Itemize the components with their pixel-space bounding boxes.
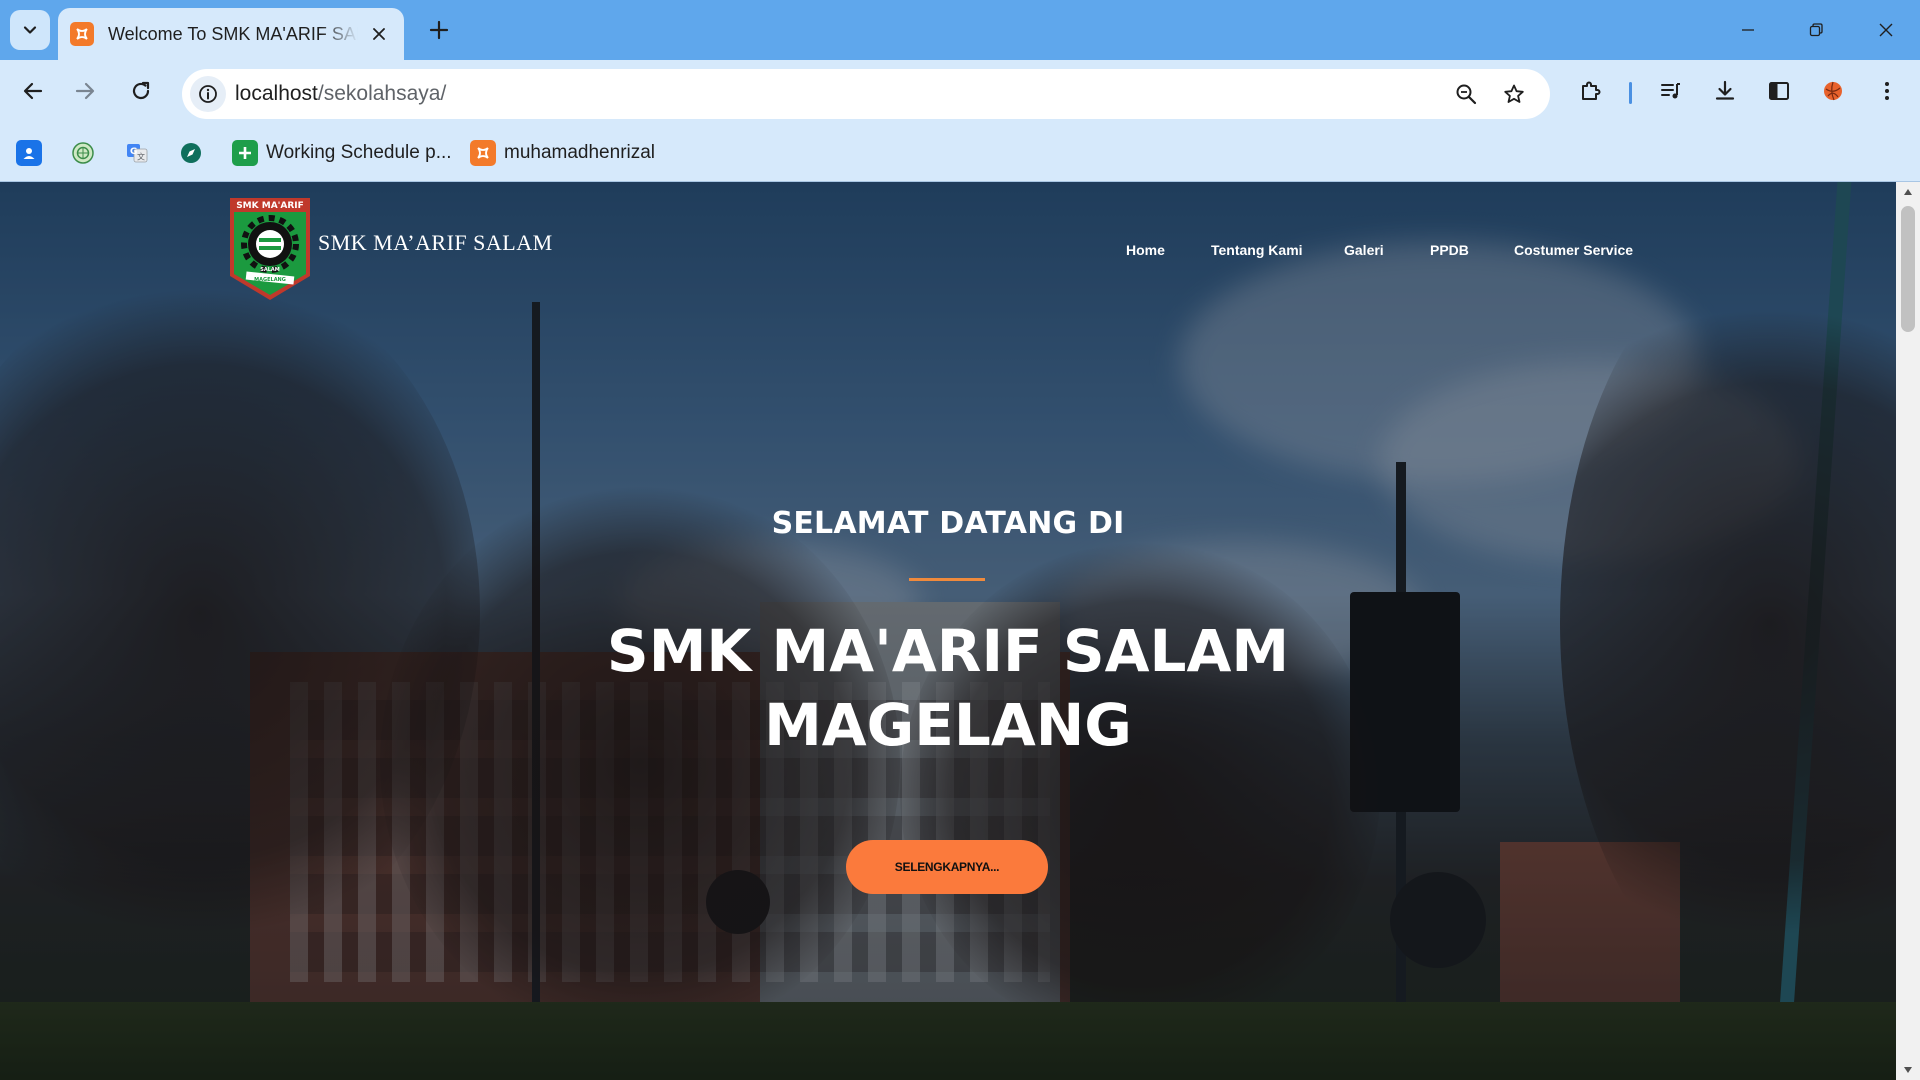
page-viewport: SMK MA'ARIF SALAM MAGELANG SMK MA’ARIF S…: [0, 182, 1896, 1080]
bookmarks-bar: G文 Working Schedule p... muhamadhenrizal: [0, 122, 1920, 182]
info-icon: [199, 85, 217, 103]
zoom-icon: [1456, 84, 1477, 105]
url-text: localhost/sekolahsaya/: [235, 82, 446, 106]
zoom-button[interactable]: [1450, 78, 1482, 110]
tab-strip: Welcome To SMK MA'ARIF SALAM: [0, 0, 1920, 60]
hero-divider: [909, 578, 985, 581]
scroll-up-button[interactable]: [1896, 182, 1920, 202]
hero-headline-line2: MAGELANG: [764, 691, 1132, 759]
arrow-left-icon: [23, 82, 43, 100]
compass-icon: [178, 140, 204, 166]
scroll-thumb[interactable]: [1901, 206, 1915, 332]
selengkapnya-button[interactable]: SELENGKAPNYA...: [846, 840, 1048, 894]
avatar-icon: [1824, 81, 1842, 101]
downloads-button[interactable]: [1708, 74, 1742, 108]
minimize-button[interactable]: [1724, 10, 1772, 50]
arrow-right-icon: [75, 82, 95, 100]
page-scrollbar[interactable]: [1896, 182, 1920, 1080]
back-button[interactable]: [12, 70, 54, 112]
forward-button[interactable]: [64, 70, 106, 112]
extensions-button[interactable]: [1574, 74, 1608, 108]
hero-headline: SMK MA'ARIF SALAM MAGELANG: [0, 614, 1896, 762]
bookmark-muhamadhenrizal[interactable]: muhamadhenrizal: [470, 139, 655, 167]
close-tab-icon[interactable]: [366, 21, 392, 47]
hero-welcome-text: SELAMAT DATANG DI: [771, 506, 1125, 541]
download-icon: [1715, 80, 1735, 100]
plus-icon: [429, 20, 449, 40]
new-tab-button[interactable]: [423, 14, 455, 46]
hero-section: SELAMAT DATANG DI SMK MA'ARIF SALAM MAGE…: [0, 182, 1896, 1080]
bookmark-translate[interactable]: G文: [124, 139, 150, 167]
url-host: localhost: [235, 82, 318, 105]
toolbar-separator: [1629, 82, 1632, 104]
bookmark-label: muhamadhenrizal: [504, 142, 656, 163]
star-icon: [1504, 84, 1524, 103]
tab-search-button[interactable]: [10, 10, 50, 50]
profile-button[interactable]: [1816, 74, 1850, 108]
puzzle-icon: [1582, 81, 1601, 100]
browser-toolbar: localhost/sekolahsaya/: [0, 60, 1920, 122]
restore-button[interactable]: [1792, 10, 1840, 50]
minimize-icon: [1742, 29, 1754, 31]
reload-button[interactable]: [120, 70, 162, 112]
chevron-down-icon: [23, 26, 37, 34]
media-control-button[interactable]: [1654, 74, 1688, 108]
side-panel-button[interactable]: [1762, 74, 1796, 108]
close-icon: [1879, 23, 1893, 37]
menu-button[interactable]: [1870, 74, 1904, 108]
contacts-icon: [16, 140, 42, 166]
google-translate-icon: G文: [124, 140, 150, 166]
bookmark-contacts[interactable]: [16, 139, 42, 167]
side-panel-icon: [1769, 82, 1789, 100]
sheets-plus-icon: [232, 140, 258, 166]
triangle-up-icon: [1904, 189, 1912, 195]
more-vertical-icon: [1885, 82, 1889, 100]
triangle-down-icon: [1904, 1067, 1912, 1073]
bookmark-star-button[interactable]: [1498, 78, 1530, 110]
reload-icon: [132, 81, 150, 100]
address-bar[interactable]: localhost/sekolahsaya/: [182, 69, 1550, 119]
tab-title: Welcome To SMK MA'ARIF SALAM: [108, 23, 358, 44]
close-window-button[interactable]: [1862, 10, 1910, 50]
site-info-button[interactable]: [190, 76, 226, 112]
xampp-icon: [470, 140, 496, 166]
restore-icon: [1809, 23, 1823, 37]
url-path: /sekolahsaya/: [317, 82, 447, 105]
bookmark-compass[interactable]: [178, 139, 204, 167]
scroll-down-button[interactable]: [1896, 1060, 1920, 1080]
bookmark-seal[interactable]: [70, 139, 96, 167]
xampp-icon: [70, 22, 94, 46]
svg-text:文: 文: [137, 152, 145, 162]
globe-seal-icon: [70, 140, 96, 166]
active-tab[interactable]: Welcome To SMK MA'ARIF SALAM: [58, 8, 404, 60]
bookmark-label: Working Schedule p...: [266, 142, 452, 163]
playlist-icon: [1661, 83, 1680, 99]
bookmark-working-schedule[interactable]: Working Schedule p...: [232, 139, 452, 167]
hero-headline-line1: SMK MA'ARIF SALAM: [606, 617, 1290, 685]
